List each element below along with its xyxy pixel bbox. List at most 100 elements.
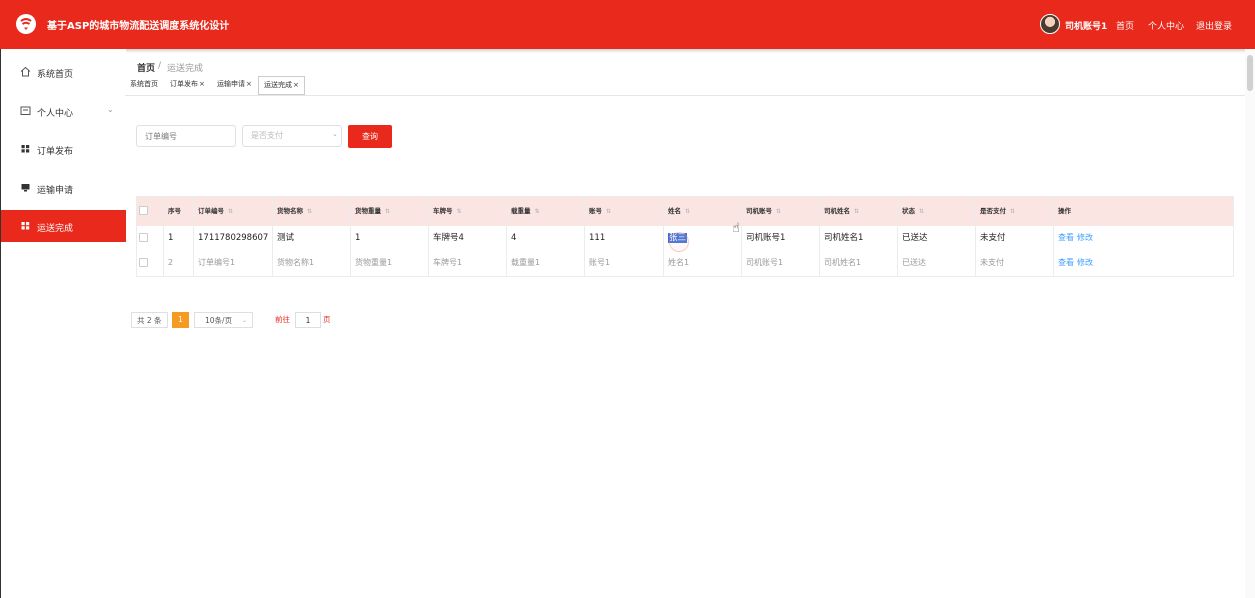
table-cell: 司机账号1	[742, 226, 820, 251]
table-row[interactable]: 2 订单编号1 货物名称1 货物重量1 车牌号1 载重量1 账号1 姓名1 司机…	[137, 251, 1233, 277]
page-size-select[interactable]: 10条/页 ⌄	[194, 312, 253, 328]
column-header[interactable]: 司机账号 ⇅	[742, 197, 820, 226]
user-card-icon	[20, 106, 31, 115]
chevron-down-icon: ⌄	[241, 317, 247, 324]
column-header[interactable]: 账号 ⇅	[585, 197, 664, 226]
pagination-page-button[interactable]: 1	[172, 312, 189, 328]
order-number-input[interactable]	[136, 125, 236, 147]
top-header: 基于ASP的城市物流配送调度系统化设计 司机账号1 首页 个人中心 退出登录	[0, 0, 1255, 49]
close-icon[interactable]: ×	[199, 80, 205, 88]
table-cell: 载重量1	[507, 251, 585, 276]
table-cell: 4	[507, 226, 585, 251]
click-indicator	[669, 232, 689, 252]
sidebar-item-profile[interactable]: 个人中心 ⌄	[1, 95, 126, 127]
scrollbar-thumb[interactable]	[1247, 55, 1253, 91]
row-checkbox[interactable]	[137, 251, 164, 276]
column-header[interactable]: 载重量 ⇅	[507, 197, 585, 226]
edit-link[interactable]: 修改	[1077, 233, 1093, 242]
table-cell: 1	[351, 226, 429, 251]
sidebar-item-label: 运输申请	[37, 186, 74, 196]
select-all-checkbox[interactable]	[137, 197, 164, 226]
column-header[interactable]: 状态 ⇅	[898, 197, 976, 226]
tab-transport-apply[interactable]: 运输申请×	[217, 76, 252, 93]
query-button[interactable]: 查询	[348, 125, 392, 148]
column-header[interactable]: 姓名 ⇅	[664, 197, 742, 226]
table-cell: 姓名1	[664, 251, 742, 276]
sort-icon: ⇅	[456, 208, 462, 215]
scrollbar-track[interactable]	[1245, 49, 1255, 598]
table-cell-actions: 查看 修改	[1054, 251, 1233, 276]
pagination-page-suffix: 页	[323, 315, 331, 324]
sidebar-item-label: 运送完成	[37, 224, 74, 234]
tab-label: 运输申请	[217, 80, 245, 88]
breadcrumb-current: 运送完成	[167, 64, 204, 74]
grid-icon	[21, 145, 30, 153]
chevron-down-icon: ⌄	[107, 105, 114, 114]
sort-icon: ⇅	[228, 208, 234, 215]
table-cell: 货物名称1	[273, 251, 351, 276]
tab-delivery-complete[interactable]: 运送完成×	[258, 76, 305, 95]
table-cell: 已送达	[898, 251, 976, 276]
sidebar-item-home[interactable]: 系统首页	[1, 56, 126, 88]
nav-profile-link[interactable]: 个人中心	[1148, 19, 1184, 32]
table-cell: 已送达	[898, 226, 976, 251]
pagination-goto-label: 前往	[275, 315, 290, 324]
home-icon	[20, 66, 31, 77]
breadcrumb-separator: /	[158, 61, 162, 71]
column-header[interactable]: 司机姓名 ⇅	[820, 197, 898, 226]
app-title: 基于ASP的城市物流配送调度系统化设计	[47, 21, 230, 32]
sidebar-item-order-publish[interactable]: 订单发布	[1, 133, 126, 165]
column-header[interactable]: 货物重量 ⇅	[351, 197, 429, 226]
sort-icon: ⇅	[1010, 208, 1016, 215]
close-icon[interactable]: ×	[246, 80, 252, 88]
column-header[interactable]: 是否支付 ⇅	[976, 197, 1054, 226]
column-header[interactable]: 车牌号 ⇅	[429, 197, 507, 226]
table-cell: 货物重量1	[351, 251, 429, 276]
table-cell: 1711780298607	[194, 226, 273, 251]
pagination-goto-input[interactable]: 1	[295, 312, 321, 328]
table-cell: 司机账号1	[742, 251, 820, 276]
table-cell: 未支付	[976, 226, 1054, 251]
sort-icon: ⇅	[385, 208, 391, 215]
view-link[interactable]: 查看	[1058, 233, 1074, 242]
sort-icon: ⇅	[307, 208, 313, 215]
tab-system-home[interactable]: 系统首页	[130, 76, 158, 93]
tab-label: 系统首页	[130, 80, 158, 88]
sort-icon: ⇅	[919, 208, 925, 215]
table-cell: 账号1	[585, 251, 664, 276]
avatar[interactable]	[1040, 14, 1060, 34]
nav-home-link[interactable]: 首页	[1116, 19, 1134, 32]
breadcrumb-home[interactable]: 首页	[137, 61, 155, 74]
logout-link[interactable]: 退出登录	[1196, 19, 1232, 32]
table-cell: 2	[164, 251, 194, 276]
table-cell-actions: 查看 修改	[1054, 226, 1233, 251]
table-cell: 订单编号1	[194, 251, 273, 276]
table-cell: 测试	[273, 226, 351, 251]
sidebar-item-label: 订单发布	[37, 147, 74, 157]
close-icon[interactable]: ×	[293, 81, 299, 89]
chevron-down-icon: ⌄	[332, 130, 338, 138]
table-cell: 未支付	[976, 251, 1054, 276]
sidebar-item-label: 个人中心	[37, 109, 74, 119]
edit-link[interactable]: 修改	[1077, 258, 1093, 267]
tab-order-publish[interactable]: 订单发布×	[170, 76, 205, 93]
paid-status-select[interactable]: 是否支付	[242, 125, 342, 147]
column-header: 操作	[1058, 207, 1071, 215]
page-size-value: 10条/页	[205, 316, 233, 325]
sort-icon: ⇅	[776, 208, 782, 215]
view-link[interactable]: 查看	[1058, 258, 1074, 267]
tab-label: 运送完成	[264, 81, 292, 89]
sidebar-item-delivery-complete[interactable]: 运送完成	[1, 210, 126, 242]
column-header[interactable]: 货物名称 ⇅	[273, 197, 351, 226]
column-header[interactable]: 订单编号 ⇅	[194, 197, 273, 226]
sort-icon: ⇅	[685, 208, 691, 215]
pagination-total: 共 2 条	[131, 312, 168, 328]
monitor-icon	[21, 184, 30, 192]
table-cell: 1	[164, 226, 194, 251]
paid-status-placeholder: 是否支付	[251, 131, 283, 140]
sidebar-item-transport-apply[interactable]: 运输申请	[1, 172, 126, 204]
row-checkbox[interactable]	[137, 226, 164, 251]
sort-icon: ⇅	[854, 208, 860, 215]
user-name[interactable]: 司机账号1	[1065, 19, 1107, 32]
hand-cursor-icon: ☝	[732, 221, 740, 236]
